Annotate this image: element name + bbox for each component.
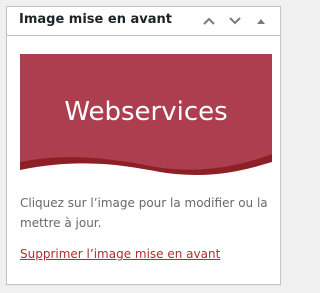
featured-image-text: Webservices (64, 97, 227, 127)
triangle-up-icon (256, 17, 266, 25)
panel-actions (196, 7, 274, 35)
chevron-up-icon (202, 16, 216, 26)
panel-title: Image mise en avant (19, 12, 172, 27)
featured-image-thumbnail[interactable]: Webservices (20, 54, 272, 180)
toggle-panel-button[interactable] (248, 7, 274, 35)
featured-image-panel: Image mise en avant Webservices Cliquez … (6, 6, 281, 285)
panel-header: Image mise en avant (7, 7, 280, 36)
chevron-down-icon (228, 16, 242, 26)
remove-featured-image-link[interactable]: Supprimer l’image mise en avant (20, 247, 220, 261)
help-text: Cliquez sur l’image pour la modifier ou … (20, 196, 268, 230)
move-up-button[interactable] (196, 7, 222, 35)
move-down-button[interactable] (222, 7, 248, 35)
panel-body: Webservices (20, 54, 272, 180)
